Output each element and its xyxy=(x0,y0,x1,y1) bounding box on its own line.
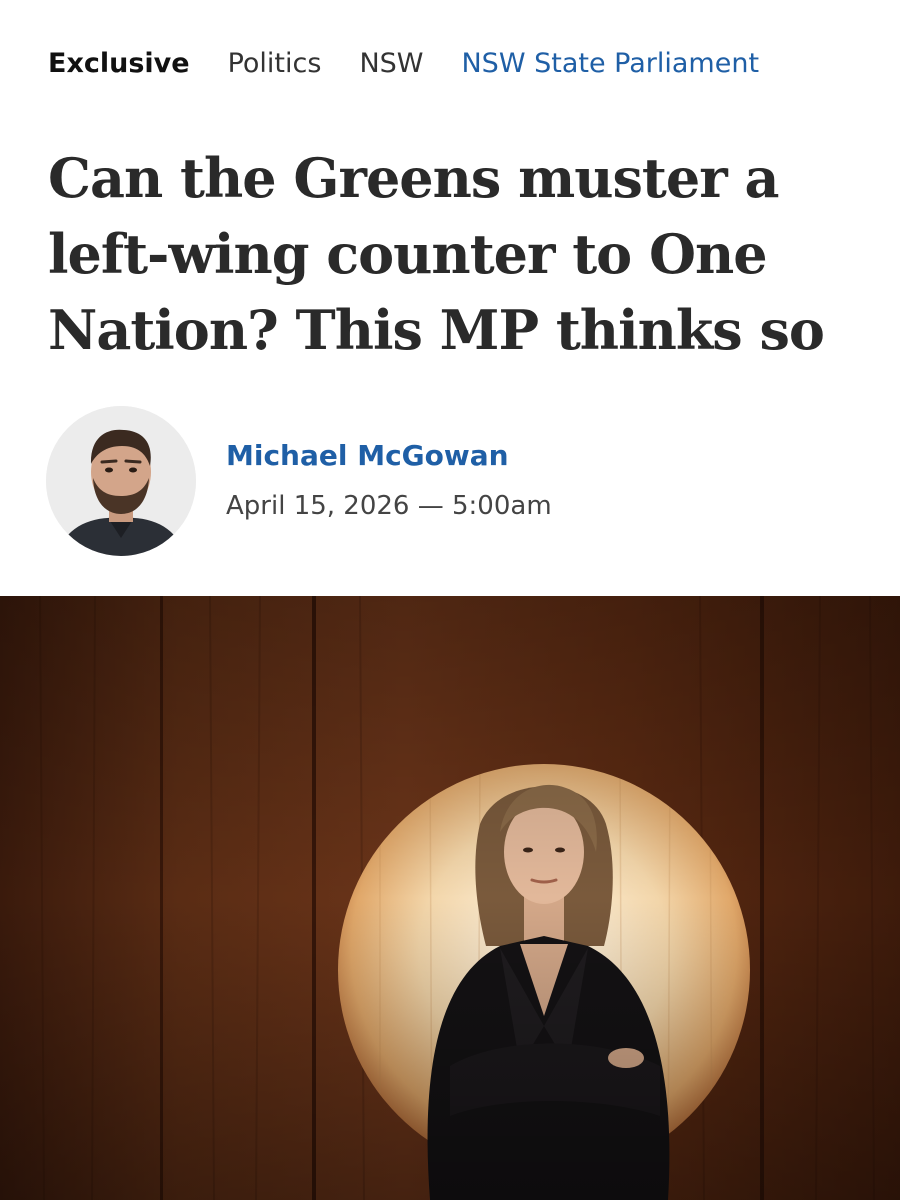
hero-image xyxy=(0,596,900,1200)
author-portrait-image xyxy=(46,406,196,556)
author-meta: Michael McGowan April 15, 2026 — 5:00am xyxy=(226,438,552,524)
tag-politics[interactable]: Politics xyxy=(228,44,322,84)
breadcrumb: Exclusive Politics NSW NSW State Parliam… xyxy=(48,44,759,84)
publish-timestamp: April 15, 2026 — 5:00am xyxy=(226,491,552,521)
author-name-link[interactable]: Michael McGowan xyxy=(226,438,552,474)
tag-nsw[interactable]: NSW xyxy=(359,44,423,84)
article-headline: Can the Greens muster a left-wing counte… xyxy=(48,146,825,362)
author-avatar[interactable] xyxy=(46,406,196,556)
tag-nsw-state-parliament[interactable]: NSW State Parliament xyxy=(461,44,759,84)
exclusive-label: Exclusive xyxy=(48,48,190,79)
author-byline: Michael McGowan April 15, 2026 — 5:00am xyxy=(46,406,552,556)
hero-photo xyxy=(0,596,900,1200)
